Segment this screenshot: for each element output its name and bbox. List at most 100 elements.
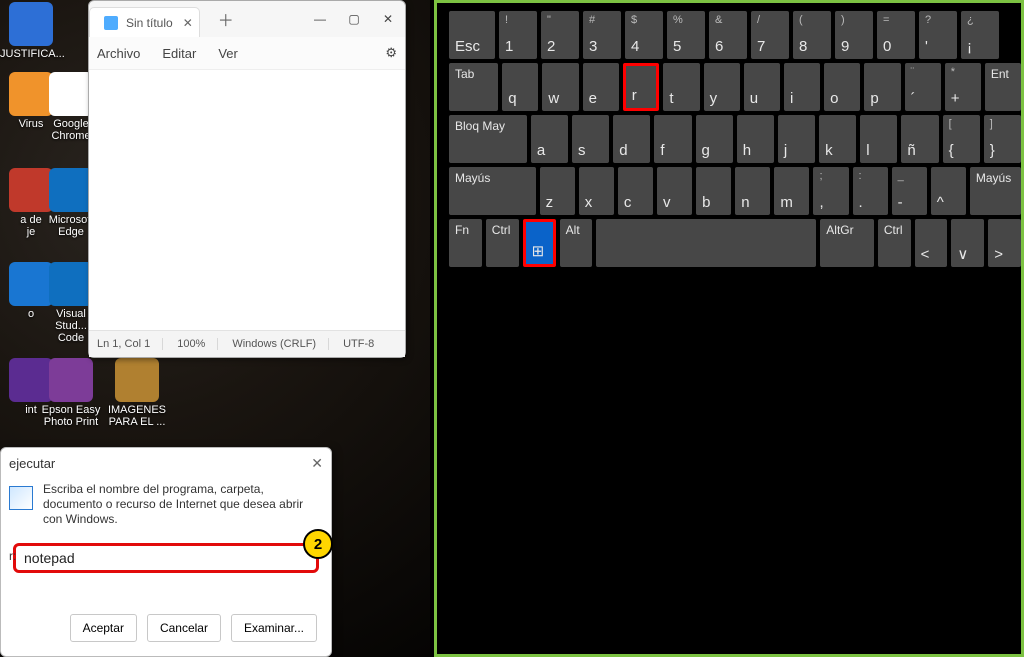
key-Ent[interactable]: Ent xyxy=(985,63,1021,111)
key-ñ[interactable]: ñ xyxy=(901,115,938,163)
key-t[interactable]: t xyxy=(663,63,699,111)
key-4[interactable]: $4 xyxy=(625,11,663,59)
notepad-textarea[interactable] xyxy=(89,70,405,330)
key-2[interactable]: "2 xyxy=(541,11,579,59)
key-c[interactable]: c xyxy=(618,167,653,215)
menu-view[interactable]: Ver xyxy=(218,46,238,61)
key-Tab[interactable]: Tab xyxy=(449,63,498,111)
key-z[interactable]: z xyxy=(540,167,575,215)
status-position: Ln 1, Col 1 xyxy=(97,338,163,350)
key-Bloq May[interactable]: Bloq May xyxy=(449,115,527,163)
key-∨[interactable]: ∨ xyxy=(951,219,984,267)
key-.[interactable]: :. xyxy=(853,167,888,215)
key-x[interactable]: x xyxy=(579,167,614,215)
status-zoom: 100% xyxy=(177,338,218,350)
key-Mayús[interactable]: Mayús xyxy=(449,167,536,215)
key-g[interactable]: g xyxy=(696,115,733,163)
key-9[interactable]: )9 xyxy=(835,11,873,59)
key-Esc[interactable]: Esc xyxy=(449,11,495,59)
run-field-label: r: xyxy=(9,549,16,563)
ok-button[interactable]: Aceptar xyxy=(70,614,137,642)
notepad-icon xyxy=(104,16,118,30)
key-r[interactable]: r xyxy=(623,63,660,111)
key-y[interactable]: y xyxy=(704,63,740,111)
key-1[interactable]: !1 xyxy=(499,11,537,59)
key-¡[interactable]: ¿¡ xyxy=(961,11,999,59)
notepad-titlebar[interactable]: Sin título ✕ ＋ — ▢ ✕ xyxy=(89,1,405,37)
key-m[interactable]: m xyxy=(774,167,809,215)
key-v[interactable]: v xyxy=(657,167,692,215)
key-8[interactable]: (8 xyxy=(793,11,831,59)
key-n[interactable]: n xyxy=(735,167,770,215)
key-+[interactable]: *+ xyxy=(945,63,981,111)
notepad-window: Sin título ✕ ＋ — ▢ ✕ Archivo Editar Ver … xyxy=(88,0,406,358)
key--[interactable]: _- xyxy=(892,167,927,215)
key-o[interactable]: o xyxy=(824,63,860,111)
key-,[interactable]: ;, xyxy=(813,167,848,215)
key-´[interactable]: ¨´ xyxy=(905,63,941,111)
key-3[interactable]: #3 xyxy=(583,11,621,59)
key-7[interactable]: /7 xyxy=(751,11,789,59)
run-dialog: ejecutar ✕ Escriba el nombre del program… xyxy=(0,447,332,657)
key-Fn[interactable]: Fn xyxy=(449,219,482,267)
key-⊞[interactable]: ⊞ xyxy=(523,219,556,267)
run-command-input[interactable] xyxy=(13,543,319,573)
run-title-text: ejecutar xyxy=(9,456,55,471)
key-b[interactable]: b xyxy=(696,167,731,215)
key-j[interactable]: j xyxy=(778,115,815,163)
key-k[interactable]: k xyxy=(819,115,856,163)
key-AltGr[interactable]: AltGr xyxy=(820,219,874,267)
key-'[interactable]: ?' xyxy=(919,11,957,59)
key-u[interactable]: u xyxy=(744,63,780,111)
step-badge-2: 2 xyxy=(303,529,333,559)
desktop-background: JUSTIFICA...Virusa dejeointGoogleChromeM… xyxy=(0,0,430,657)
desktop-icon[interactable]: Epson EasyPhoto Print xyxy=(40,358,102,428)
key-Alt[interactable]: Alt xyxy=(560,219,593,267)
key-i[interactable]: i xyxy=(784,63,820,111)
notepad-tab[interactable]: Sin título ✕ xyxy=(89,7,200,38)
key-s[interactable]: s xyxy=(572,115,609,163)
desktop-icon[interactable]: JUSTIFICA... xyxy=(0,2,62,60)
status-eol: Windows (CRLF) xyxy=(232,338,329,350)
menu-file[interactable]: Archivo xyxy=(97,46,140,61)
key-h[interactable]: h xyxy=(737,115,774,163)
new-tab-button[interactable]: ＋ xyxy=(218,7,234,31)
key-<[interactable]: < xyxy=(915,219,948,267)
maximize-button[interactable]: ▢ xyxy=(337,4,371,34)
tab-title: Sin título xyxy=(126,16,173,30)
menu-edit[interactable]: Editar xyxy=(162,46,196,61)
key-Ctrl[interactable]: Ctrl xyxy=(878,219,911,267)
notepad-statusbar: Ln 1, Col 1 100% Windows (CRLF) UTF-8 xyxy=(89,330,405,357)
run-description: Escriba el nombre del programa, carpeta,… xyxy=(43,482,315,527)
key-w[interactable]: w xyxy=(542,63,578,111)
desktop-icon[interactable]: IMAGENESPARA EL ... xyxy=(106,358,168,428)
key-d[interactable]: d xyxy=(613,115,650,163)
status-encoding: UTF-8 xyxy=(343,338,386,350)
tab-close-icon[interactable]: ✕ xyxy=(183,16,193,30)
key-l[interactable]: l xyxy=(860,115,897,163)
key-5[interactable]: %5 xyxy=(667,11,705,59)
key-}[interactable]: ]} xyxy=(984,115,1021,163)
close-button[interactable]: ✕ xyxy=(371,4,405,34)
key-6[interactable]: &6 xyxy=(709,11,747,59)
key-0[interactable]: =0 xyxy=(877,11,915,59)
key-Mayús[interactable]: Mayús xyxy=(970,167,1021,215)
key-{[interactable]: [{ xyxy=(943,115,980,163)
keyboard-panel: Esc!1"2#3$4%5&6/7(8)9=0?'¿¡ Tabqwertyuiop… xyxy=(434,0,1024,657)
run-titlebar[interactable]: ejecutar ✕ xyxy=(1,448,331,478)
key-p[interactable]: p xyxy=(864,63,900,111)
key-space[interactable] xyxy=(596,219,816,267)
key-f[interactable]: f xyxy=(654,115,691,163)
minimize-button[interactable]: — xyxy=(303,4,337,34)
key-q[interactable]: q xyxy=(502,63,538,111)
key-Ctrl[interactable]: Ctrl xyxy=(486,219,519,267)
cancel-button[interactable]: Cancelar xyxy=(147,614,221,642)
close-icon[interactable]: ✕ xyxy=(311,455,323,472)
key->[interactable]: > xyxy=(988,219,1021,267)
gear-icon[interactable]: ⚙ xyxy=(385,45,397,61)
notepad-menubar: Archivo Editar Ver ⚙ xyxy=(89,37,405,70)
key-e[interactable]: e xyxy=(583,63,619,111)
browse-button[interactable]: Examinar... xyxy=(231,614,317,642)
key-^[interactable]: ^ xyxy=(931,167,966,215)
key-a[interactable]: a xyxy=(531,115,568,163)
